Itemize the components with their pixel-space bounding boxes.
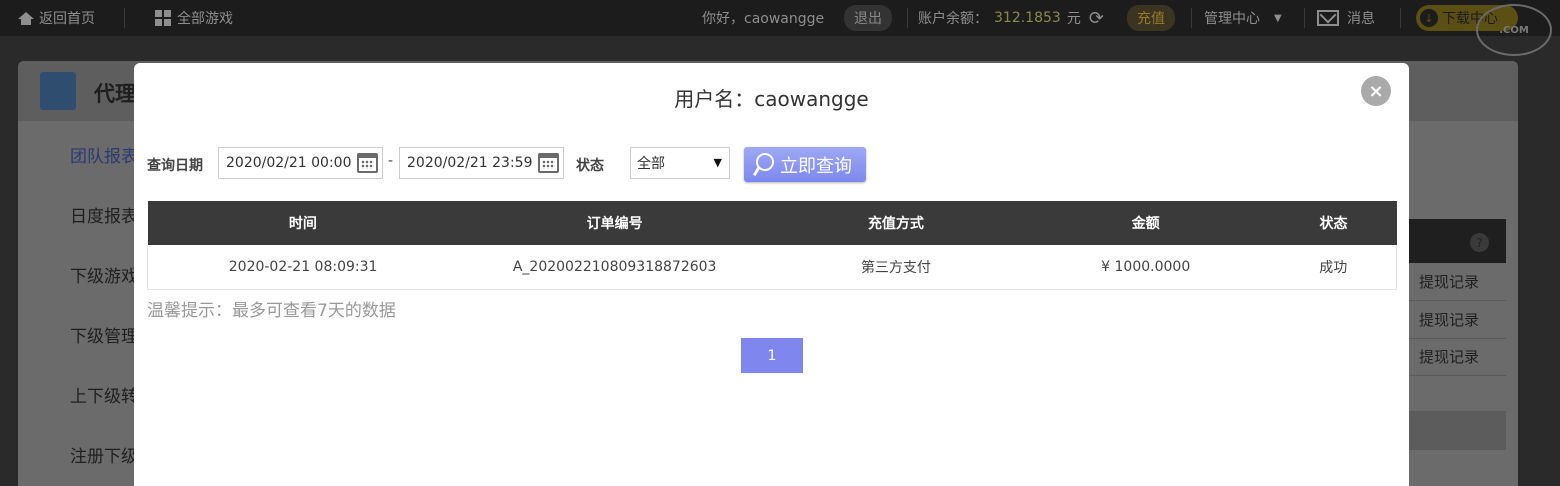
balance-value: 312.1853 (994, 10, 1061, 26)
all-games-label: 全部游戏 (177, 11, 233, 27)
date-separator: - (388, 153, 394, 169)
status-select[interactable]: 全部 ▼ (630, 147, 730, 179)
column-header-time: 时间 (147, 201, 459, 245)
sidebar-item-transfer[interactable]: 上下级转 (70, 382, 138, 407)
manage-center-menu[interactable]: 管理中心 ▼ (1204, 0, 1282, 36)
end-date-input[interactable]: 2020/02/21 23:59 (399, 147, 564, 179)
divider (1191, 8, 1192, 28)
start-date-value: 2020/02/21 00:00 (226, 155, 352, 171)
query-button-label: 立即查询 (780, 155, 852, 177)
cell-order-id: A_20200221080931887260​3 (458, 245, 772, 290)
start-date-input[interactable]: 2020/02/21 00:00 (218, 147, 383, 179)
background-table-header (1409, 219, 1506, 263)
help-icon[interactable]: ? (1470, 233, 1489, 252)
divider (1400, 8, 1401, 28)
table-header-row: 时间 订单编号 充值方式 金额 状态 (147, 201, 1397, 245)
balance-label: 账户余额： (918, 11, 988, 27)
greeting-text: 你好，caowangge (702, 11, 825, 27)
sidebar-item-sub-games[interactable]: 下级游戏 (70, 262, 138, 287)
withdraw-record-link[interactable]: 提现记录 (1409, 338, 1506, 376)
close-button[interactable]: × (1361, 76, 1391, 106)
refresh-icon[interactable]: ⟳ (1089, 8, 1104, 29)
mail-icon (1317, 10, 1339, 26)
query-button[interactable]: 立即查询 (744, 147, 866, 182)
home-link[interactable]: 返回首页 (18, 0, 95, 36)
sidebar-item-register[interactable]: 注册下级 (70, 442, 138, 467)
table-row: 2020-02-21 08:09:31 A_202002210809318872… (147, 245, 1397, 290)
top-nav-bar: 返回首页 全部游戏 你好，caowangge 退出 账户余额： 312.1853… (0, 0, 1560, 56)
manage-center-label: 管理中心 (1204, 11, 1260, 27)
calendar-icon[interactable] (538, 153, 559, 173)
chevron-down-icon: ▼ (1274, 12, 1282, 24)
withdraw-record-link[interactable]: 提现记录 (1409, 301, 1506, 339)
column-header-status: 状态 (1270, 201, 1397, 245)
logout-button[interactable]: 退出 (844, 5, 892, 31)
column-header-amount: 金额 (1020, 201, 1271, 245)
status-label: 状态 (576, 158, 604, 174)
calendar-icon[interactable] (357, 153, 378, 173)
status-selected-value: 全部 (637, 156, 665, 172)
end-date-value: 2020/02/21 23:59 (407, 155, 533, 171)
sidebar-item-sub-manage[interactable]: 下级管理 (70, 322, 138, 347)
background-footer-row (1409, 412, 1506, 450)
home-icon (18, 11, 34, 25)
cell-method: 第三方支付 (771, 245, 1021, 290)
messages-label: 消息 (1347, 11, 1375, 27)
cell-status: 成功 (1270, 245, 1397, 290)
dropdown-arrow-icon: ▼ (713, 156, 722, 169)
recharge-table: 时间 订单编号 充值方式 金额 状态 2020-02-21 08:09:31 A… (147, 201, 1397, 290)
divider (1304, 8, 1305, 28)
recharge-button[interactable]: 充值 (1127, 5, 1175, 31)
download-icon: ↓ (1420, 9, 1438, 27)
cell-time: 2020-02-21 08:09:31 (147, 245, 459, 290)
messages-link[interactable]: 消息 (1317, 0, 1375, 36)
magnifier-icon (752, 152, 774, 177)
modal-title: 用户名：caowangge (674, 87, 869, 111)
divider (907, 8, 908, 28)
grid-icon (155, 10, 171, 26)
tip-text: 温馨提示：最多可查看7天的数据 (147, 301, 396, 321)
query-date-label: 查询日期 (147, 158, 203, 174)
sidebar-item-daily-report[interactable]: 日度报表 (70, 202, 138, 227)
recharge-detail-modal: 用户名：caowangge × 查询日期 2020/02/21 00:00 - … (134, 63, 1409, 486)
sidebar-item-team-report[interactable]: 团队报表 (70, 142, 138, 167)
column-header-order-id: 订单编号 (458, 201, 772, 245)
balance-unit: 元 (1066, 11, 1081, 27)
background-empty-row (1409, 376, 1506, 412)
background-title: 代理 (94, 82, 136, 106)
agent-icon (40, 72, 76, 110)
pagination-page-1[interactable]: 1 (741, 338, 803, 373)
withdraw-record-link[interactable]: 提现记录 (1409, 263, 1506, 301)
column-header-method: 充值方式 (771, 201, 1021, 245)
divider (124, 8, 125, 28)
all-games-link[interactable]: 全部游戏 (155, 0, 233, 36)
watermark-logo: .COM (1476, 4, 1552, 56)
home-link-label: 返回首页 (39, 11, 95, 27)
cell-amount: ¥ 1000.0000 (1020, 245, 1271, 290)
